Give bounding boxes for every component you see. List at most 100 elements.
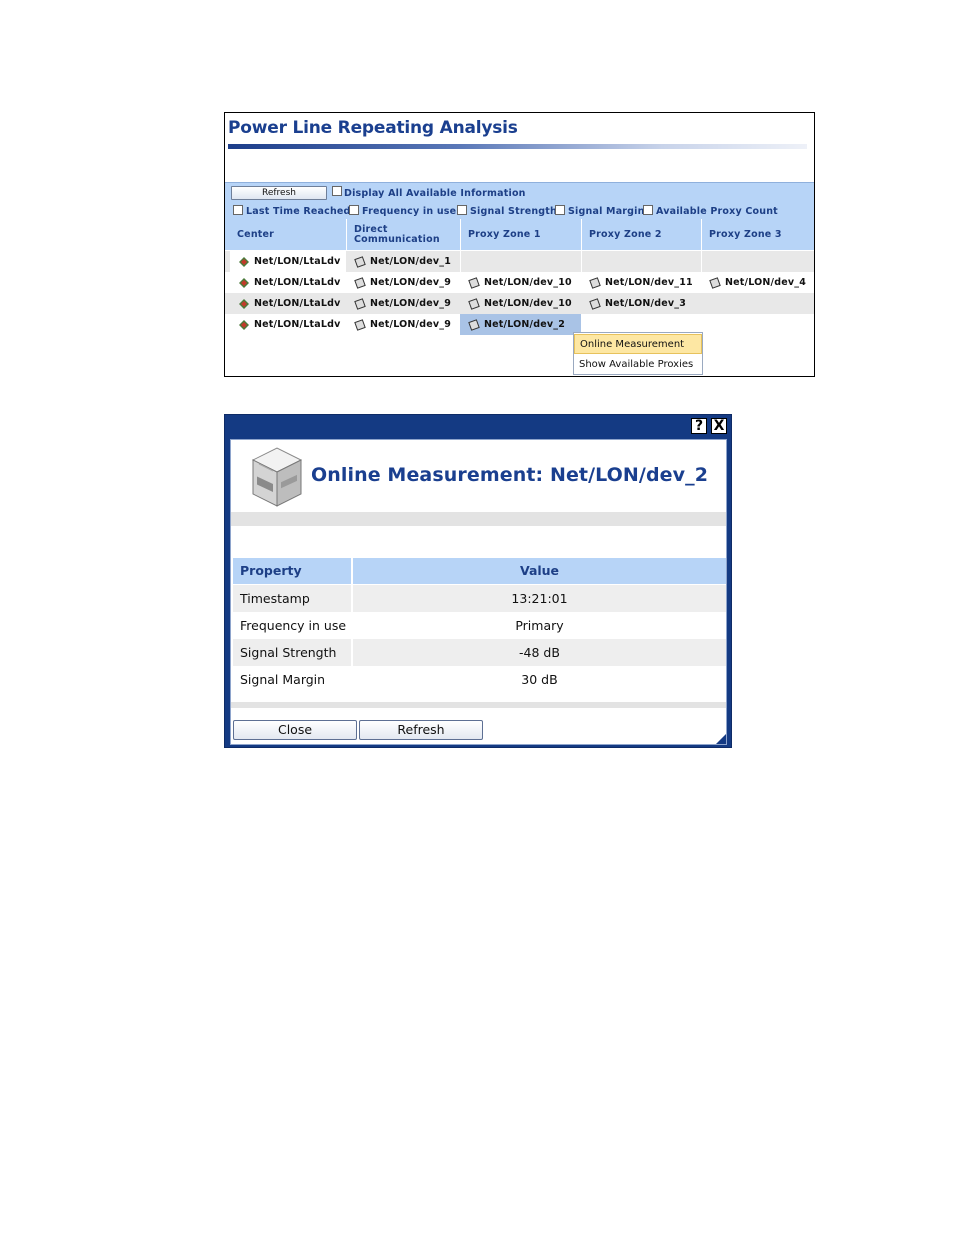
device-label: Net/LON/LtaLdv — [254, 277, 341, 288]
context-menu: Online Measurement Show Available Proxie… — [573, 332, 703, 375]
device-label: Net/LON/dev_2 — [484, 319, 566, 330]
signal-margin-checkbox[interactable] — [555, 205, 565, 215]
device-label: Net/LON/LtaLdv — [254, 256, 341, 267]
proxy-zone-2-cell — [581, 251, 701, 272]
proxy-zone-1-cell[interactable]: Net/LON/dev_10 — [460, 293, 581, 314]
property-value: Primary — [515, 618, 564, 633]
signal-strength-label: Signal Strength — [470, 206, 558, 217]
resize-grip-icon[interactable] — [716, 734, 726, 744]
panel-title: Power Line Repeating Analysis — [228, 118, 518, 138]
center-cell[interactable]: Net/LON/LtaLdv — [230, 293, 346, 314]
property-value: -48 dB — [353, 639, 726, 666]
available-proxy-count-label: Available Proxy Count — [656, 206, 778, 217]
table-row: Net/LON/LtaLdv Net/LON/dev_1 — [225, 251, 814, 272]
display-all-checkbox[interactable] — [332, 186, 342, 196]
close-button[interactable]: Close — [233, 720, 357, 740]
center-cell[interactable]: Net/LON/LtaLdv — [230, 251, 346, 272]
device-icon — [354, 318, 366, 331]
device-label: Net/LON/dev_10 — [484, 277, 572, 288]
column-proxy-zone-2[interactable]: Proxy Zone 2 — [581, 219, 701, 250]
column-property: Property — [233, 558, 351, 584]
last-time-reached-label: Last Time Reached — [246, 206, 351, 217]
column-center[interactable]: Center — [230, 219, 345, 250]
options-toolbar: Refresh Display All Available Informatio… — [225, 182, 814, 219]
table-row: Signal Strength -48 dB — [233, 639, 726, 666]
dialog-title: Online Measurement: Net/LON/dev_2 — [311, 464, 709, 486]
property-name: Timestamp — [233, 585, 351, 612]
property-name: Frequency in use — [240, 618, 347, 633]
direct-cell[interactable]: Net/LON/dev_9 — [346, 293, 460, 314]
device-label: Net/LON/LtaLdv — [254, 298, 341, 309]
property-name: Signal Margin — [240, 672, 326, 687]
device-module-icon — [251, 447, 303, 507]
signal-strength-checkbox[interactable] — [457, 205, 467, 215]
frequency-in-use-label: Frequency in use — [362, 206, 457, 217]
column-proxy-zone-3[interactable]: Proxy Zone 3 — [701, 219, 814, 250]
table-row: Signal Margin 30 dB — [233, 666, 726, 693]
power-line-repeating-analysis-panel: Power Line Repeating Analysis Refresh Di… — [224, 112, 815, 377]
menu-item-show-available-proxies[interactable]: Show Available Proxies — [574, 355, 702, 375]
table-row: Net/LON/LtaLdv Net/LON/dev_9 Net/LON/dev… — [225, 293, 814, 314]
device-icon — [468, 297, 480, 310]
refresh-button[interactable]: Refresh — [231, 186, 327, 200]
column-direct-communication-label: Direct Communication — [354, 223, 440, 245]
column-direct-communication[interactable]: Direct Communication — [346, 219, 459, 250]
menu-item-online-measurement[interactable]: Online Measurement — [574, 334, 702, 354]
header-divider — [231, 512, 726, 526]
device-label: Net/LON/dev_10 — [484, 298, 572, 309]
signal-margin-label: Signal Margin — [568, 206, 645, 217]
frequency-in-use-checkbox[interactable] — [349, 205, 359, 215]
last-time-reached-checkbox[interactable] — [233, 205, 243, 215]
title-divider — [228, 144, 807, 149]
proxy-zone-1-cell-selected[interactable]: Net/LON/dev_2 — [460, 314, 581, 335]
device-icon — [354, 276, 366, 289]
direct-cell[interactable]: Net/LON/dev_9 — [346, 314, 460, 335]
refresh-button[interactable]: Refresh — [359, 720, 483, 740]
property-table-header: Property Value — [233, 558, 726, 584]
device-icon — [468, 276, 480, 289]
device-label: Net/LON/dev_1 — [370, 256, 452, 267]
device-label: Net/LON/dev_9 — [370, 319, 452, 330]
property-value: 13:21:01 — [353, 585, 726, 612]
close-icon[interactable]: X — [711, 418, 727, 434]
table-row: Net/LON/LtaLdv Net/LON/dev_9 Net/LON/dev… — [225, 272, 814, 293]
display-all-label: Display All Available Information — [344, 188, 526, 199]
device-icon — [589, 297, 601, 310]
available-proxy-count-checkbox[interactable] — [643, 205, 653, 215]
proxy-zone-3-cell[interactable]: Net/LON/dev_4 — [701, 272, 814, 293]
device-label: Net/LON/dev_9 — [370, 277, 452, 288]
online-measurement-dialog: ? X Online Measurement: Net/LON/dev_2 Pr… — [224, 414, 732, 748]
table-row: Frequency in use Primary — [233, 612, 726, 639]
column-proxy-zone-1[interactable]: Proxy Zone 1 — [460, 219, 581, 250]
footer-divider — [231, 702, 726, 708]
direct-cell[interactable]: Net/LON/dev_9 — [346, 272, 460, 293]
device-label: Net/LON/dev_11 — [605, 277, 693, 288]
device-label: Net/LON/dev_4 — [725, 277, 807, 288]
proxy-zone-1-cell — [460, 251, 580, 272]
direct-cell[interactable]: Net/LON/dev_1 — [346, 251, 460, 272]
device-label: Net/LON/dev_9 — [370, 298, 452, 309]
proxy-zone-2-cell[interactable]: Net/LON/dev_3 — [581, 293, 701, 314]
center-node-icon — [239, 256, 249, 267]
device-icon — [354, 255, 366, 268]
proxy-zone-2-cell[interactable]: Net/LON/dev_11 — [581, 272, 701, 293]
property-name: Signal Strength — [233, 639, 351, 666]
device-icon — [589, 276, 601, 289]
table-row: Net/LON/LtaLdv Net/LON/dev_9 Net/LON/dev… — [225, 314, 814, 335]
property-value: 30 dB — [521, 672, 558, 687]
center-cell[interactable]: Net/LON/LtaLdv — [230, 272, 346, 293]
device-icon — [468, 318, 480, 331]
center-node-icon — [239, 277, 249, 288]
device-icon — [354, 297, 366, 310]
center-node-icon — [239, 319, 249, 330]
device-icon — [709, 276, 721, 289]
proxy-zone-3-cell — [701, 251, 814, 272]
center-node-icon — [239, 298, 249, 309]
proxy-zone-1-cell[interactable]: Net/LON/dev_10 — [460, 272, 581, 293]
table-row: Timestamp 13:21:01 — [233, 585, 726, 612]
help-icon[interactable]: ? — [691, 418, 707, 434]
proxy-zone-3-cell — [701, 293, 814, 314]
grid-header: Center Direct Communication Proxy Zone 1… — [225, 219, 814, 250]
center-cell[interactable]: Net/LON/LtaLdv — [230, 314, 346, 335]
device-label: Net/LON/dev_3 — [605, 298, 687, 309]
